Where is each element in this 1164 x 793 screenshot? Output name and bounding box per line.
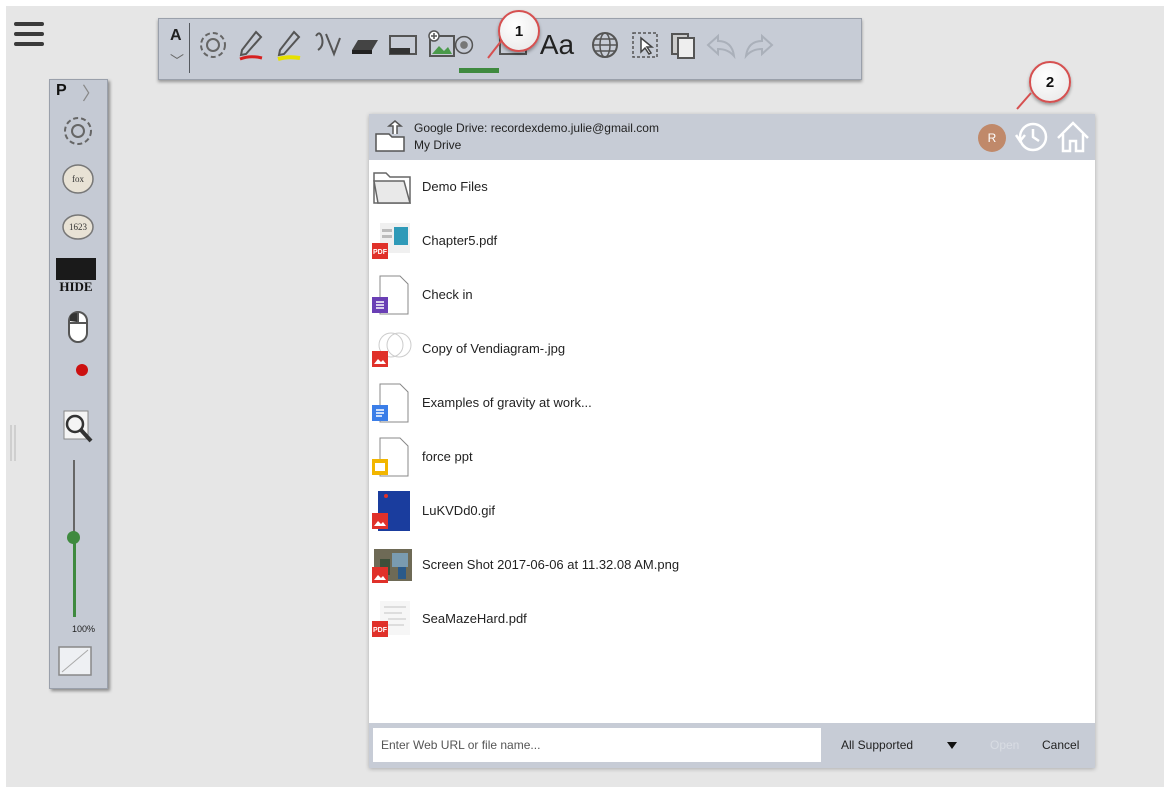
highlighter-icon[interactable] [271, 27, 307, 63]
image-file-icon [372, 545, 412, 585]
menu-icon[interactable] [14, 22, 44, 46]
file-name: Chapter5.pdf [422, 233, 498, 248]
doc-file-icon [372, 383, 412, 423]
home-icon[interactable] [1055, 119, 1091, 155]
palette-settings-gear-icon[interactable] [58, 112, 98, 150]
chevron-down-icon: ﹀ [170, 53, 184, 69]
font-selector[interactable]: A ﹀ [167, 23, 190, 73]
number-stamp-icon[interactable]: 1623 [58, 208, 98, 246]
slides-file-icon [372, 437, 412, 477]
zoom-slider-fill [73, 535, 76, 617]
svg-text:PDF: PDF [373, 627, 388, 634]
text-stamp-icon[interactable]: fox [58, 160, 98, 198]
zoom-slider-knob[interactable] [67, 531, 80, 544]
svg-text:fox: fox [72, 174, 84, 184]
list-item[interactable]: Demo Files [369, 160, 1095, 214]
hide-screen-button[interactable]: HIDE [56, 258, 96, 294]
file-type-filter[interactable]: All Supported [841, 738, 913, 752]
undo-icon[interactable] [703, 27, 739, 63]
dialog-subtitle: My Drive [414, 138, 462, 152]
list-item[interactable]: Examples of gravity at work... [369, 376, 1095, 430]
avatar[interactable]: R [978, 124, 1006, 152]
list-item[interactable]: LuKVDd0.gif [369, 484, 1095, 538]
form-file-icon [372, 275, 412, 315]
file-open-dialog: Google Drive: recordexdemo.julie@gmail.c… [369, 114, 1095, 768]
text-tool-icon[interactable]: Aa [535, 27, 579, 63]
active-tool-indicator [459, 68, 499, 73]
callout-number: 2 [1045, 73, 1055, 91]
file-name: Demo Files [422, 179, 488, 194]
left-palette: P 〉 fox 1623 HIDE 100% [49, 79, 108, 689]
file-name: Check in [422, 287, 473, 302]
dropdown-arrow-icon[interactable] [947, 742, 957, 749]
dialog-header: Google Drive: recordexdemo.julie@gmail.c… [369, 114, 1095, 160]
chevron-right-icon[interactable]: 〉 [82, 80, 100, 106]
list-item[interactable]: PDF SeaMazeHard.pdf [369, 592, 1095, 646]
hide-label: HIDE [59, 279, 93, 294]
dialog-footer: All Supported Open Cancel [369, 723, 1095, 768]
shapes-icon[interactable] [309, 27, 345, 63]
callout-badge-1: 1 [487, 10, 540, 59]
svg-text:1623: 1623 [69, 222, 88, 232]
file-name: Screen Shot 2017-06-06 at 11.32.08 AM.pn… [422, 557, 680, 572]
red-pen-icon[interactable] [233, 27, 269, 63]
list-item[interactable]: force ppt [369, 430, 1095, 484]
clear-board-icon[interactable] [385, 27, 421, 63]
magnifier-icon[interactable] [58, 408, 98, 446]
mouse-icon[interactable] [58, 308, 98, 346]
dialog-title: Google Drive: recordexdemo.julie@gmail.c… [414, 121, 659, 135]
palette-mode-label[interactable]: P [56, 82, 67, 100]
image-file-icon [372, 491, 412, 531]
zoom-percent: 100% [72, 624, 96, 634]
paste-icon[interactable] [665, 27, 701, 63]
open-button[interactable]: Open [990, 738, 1019, 752]
list-item[interactable]: Check in [369, 268, 1095, 322]
select-tool-icon[interactable] [627, 27, 663, 63]
side-drag-handle[interactable] [10, 425, 18, 461]
settings-gear-icon[interactable] [195, 27, 231, 63]
redo-icon[interactable] [741, 27, 777, 63]
pdf-file-icon: PDF [372, 599, 412, 639]
record-indicator-icon[interactable] [76, 364, 88, 376]
callout-number: 1 [514, 22, 524, 40]
callout-badge-2: 2 [1016, 61, 1071, 110]
webcam-icon[interactable] [451, 27, 477, 63]
file-name: force ppt [422, 449, 473, 464]
list-item[interactable]: PDF Chapter5.pdf [369, 214, 1095, 268]
file-name: SeaMazeHard.pdf [422, 611, 527, 626]
pdf-file-icon: PDF [372, 221, 412, 261]
url-input[interactable] [373, 728, 821, 762]
font-letter: A [170, 27, 182, 44]
eraser-icon[interactable] [347, 27, 383, 63]
image-file-icon [372, 329, 412, 369]
up-folder-icon[interactable] [373, 120, 407, 154]
file-name: LuKVDd0.gif [422, 503, 495, 518]
globe-icon[interactable] [587, 27, 623, 63]
file-name: Copy of Vendiagram-.jpg [422, 341, 566, 356]
folder-icon [372, 167, 412, 207]
history-icon[interactable] [1014, 119, 1050, 155]
list-item[interactable]: Screen Shot 2017-06-06 at 11.32.08 AM.pn… [369, 538, 1095, 592]
list-item[interactable]: Copy of Vendiagram-.jpg [369, 322, 1095, 376]
hide-screen-icon [56, 258, 96, 280]
cancel-button[interactable]: Cancel [1042, 738, 1079, 752]
whiteboard-page-icon[interactable] [58, 646, 92, 676]
file-name: Examples of gravity at work... [422, 395, 592, 410]
svg-text:PDF: PDF [373, 249, 388, 256]
